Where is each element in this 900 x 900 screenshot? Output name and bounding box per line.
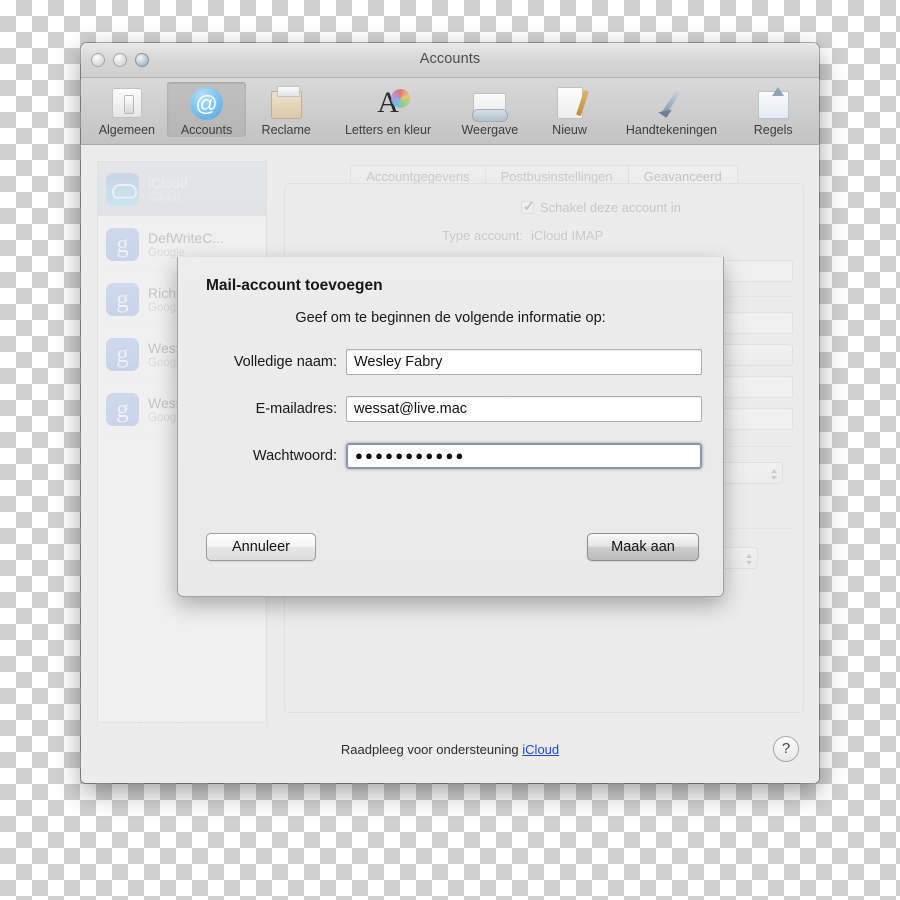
toolbar-item-nieuw[interactable]: Nieuw [530,82,610,137]
help-button[interactable]: ? [773,736,799,762]
composing-icon [557,84,583,122]
sheet-fullname-label: Volledige naam: [196,354,346,370]
rules-icon [758,84,789,122]
sheet-email-label: E-mailadres: [196,401,346,417]
toolbar-label: Nieuw [552,123,587,137]
sheet-email-input[interactable]: wessat@live.mac [346,396,702,422]
toolbar-label: Weergave [461,123,518,137]
account-name: DefWriteC... [148,230,224,246]
account-type: iCloud [148,192,188,204]
toolbar-item-algemeen[interactable]: Algemeen [87,82,167,137]
cancel-button[interactable]: Annuleer [206,533,316,561]
viewing-icon [473,84,506,122]
icloud-icon [106,173,139,206]
window-footer: Raadpleeg voor ondersteuning iCloud ? [81,726,819,783]
enable-account-checkbox-row[interactable]: Schakel deze account in [521,200,681,215]
sheet-fullname-row: Volledige naam: Wesley Fabry [196,349,702,375]
account-type-row: Type account: iCloud IMAP [417,228,747,243]
toolbar-label: Reclame [262,123,311,137]
support-prefix: Raadpleeg voor ondersteuning [341,742,522,757]
support-link[interactable]: iCloud [522,742,559,757]
window-titlebar: Accounts [81,43,819,78]
toolbar-label: Accounts [181,123,232,137]
sheet-password-label: Wachtwoord: [196,448,346,464]
sheet-password-row: Wachtwoord: ●●●●●●●●●●● [196,443,702,469]
account-type-value: iCloud IMAP [531,228,603,243]
preferences-toolbar: Algemeen @ Accounts Reclame A Letters en… [81,78,819,145]
support-text: Raadpleeg voor ondersteuning iCloud [81,742,819,757]
mail-preferences-window: Accounts Algemeen @ Accounts Reclame A L… [81,43,819,783]
enable-account-label: Schakel deze account in [540,200,681,215]
toolbar-label: Letters en kleur [345,123,431,137]
fonts-colors-icon: A [377,84,399,122]
checkmark-icon [521,201,534,214]
at-sign-icon: @ [190,84,223,122]
google-icon: g [106,228,139,261]
toolbar-item-reclame[interactable]: Reclame [246,82,326,137]
account-type-label: Type account: [417,228,523,243]
sheet-title: Mail-account toevoegen [206,277,383,295]
google-icon: g [106,338,139,371]
list-item[interactable]: iCloud iCloud [98,162,266,217]
switch-icon [112,84,142,122]
preferences-content: iCloud iCloud g DefWriteC... Google g Ri… [81,145,819,782]
toolbar-item-handtekeningen[interactable]: Handtekeningen [609,82,733,137]
toolbar-item-accounts[interactable]: @ Accounts [167,82,247,137]
window-title: Accounts [81,51,819,67]
toolbar-item-letters-en-kleur[interactable]: A Letters en kleur [326,82,450,137]
chevron-updown-icon [770,466,777,482]
sheet-subtitle: Geef om te beginnen de volgende informat… [178,310,723,326]
google-icon: g [106,393,139,426]
toolbar-label: Handtekeningen [626,123,717,137]
toolbar-item-weergave[interactable]: Weergave [450,82,530,137]
toolbar-label: Regels [754,123,793,137]
create-button[interactable]: Maak aan [587,533,699,561]
sheet-email-row: E-mailadres: wessat@live.mac [196,396,702,422]
junk-bag-icon [271,84,302,122]
google-icon: g [106,283,139,316]
signatures-pen-icon [656,84,686,122]
enable-account-checkbox[interactable]: Schakel deze account in [521,200,681,215]
add-mail-account-sheet: Mail-account toevoegen Geef om te beginn… [177,257,724,597]
toolbar-item-regels[interactable]: Regels [733,82,813,137]
sheet-fullname-input[interactable]: Wesley Fabry [346,349,702,375]
account-name: iCloud [148,175,188,191]
sheet-password-input[interactable]: ●●●●●●●●●●● [346,443,702,469]
chevron-updown-icon [745,551,752,567]
toolbar-label: Algemeen [99,123,155,137]
